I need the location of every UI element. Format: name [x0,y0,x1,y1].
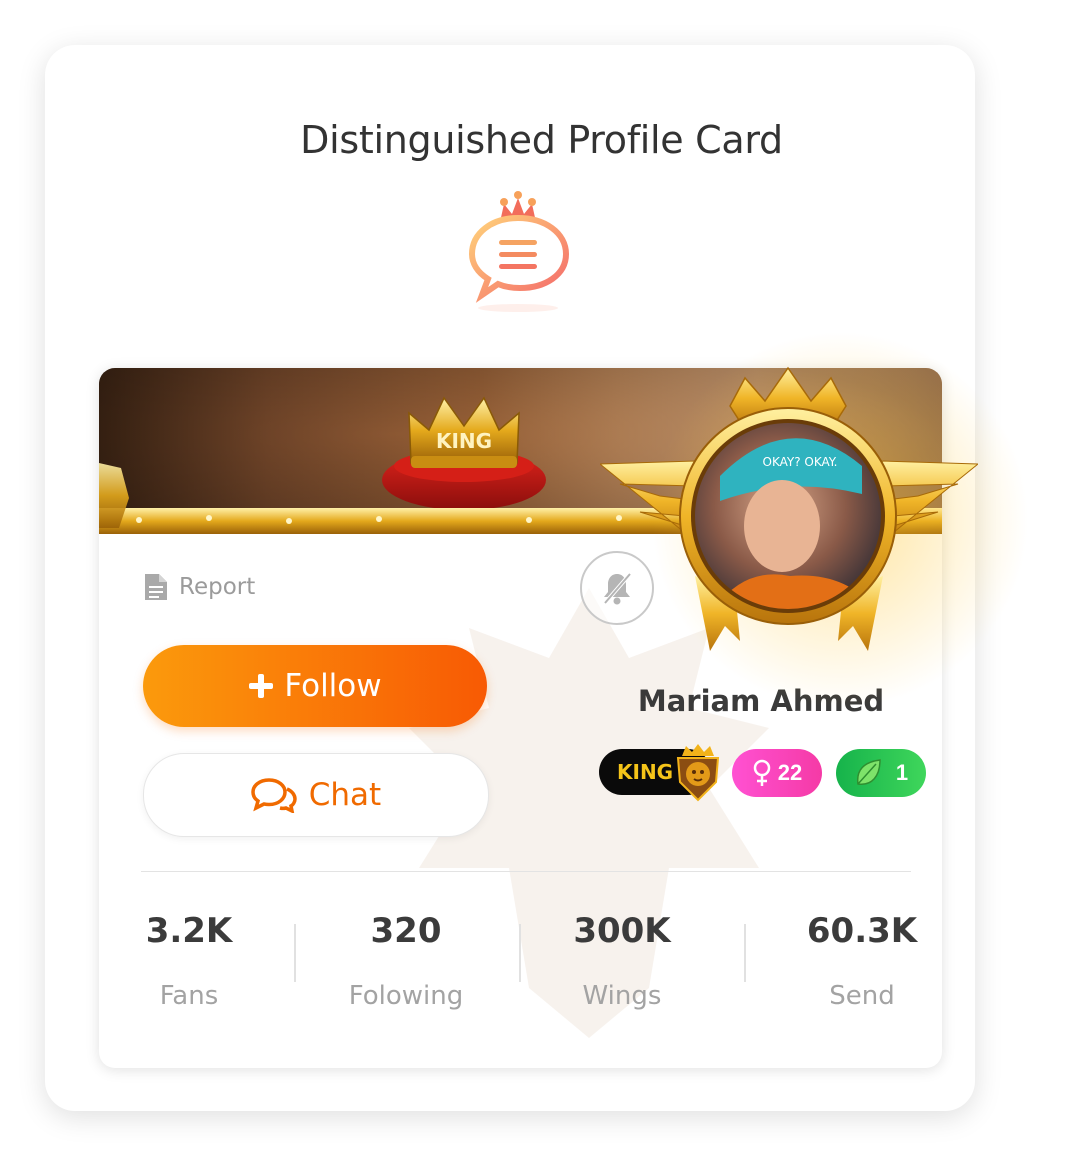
stat-following-label: Folowing [348,981,464,1011]
chat-button[interactable]: Chat [143,753,489,837]
gender-age-badge: 22 [732,749,822,797]
stat-fans-label: Fans [159,981,219,1011]
avatar-frame[interactable]: OKAY? OKAY. [600,366,978,666]
follow-button[interactable]: Follow [143,645,487,727]
king-badge-label: KING [617,760,674,784]
crown-chat-icon [468,191,570,312]
leaf-icon [856,759,881,785]
lion-crest-icon [676,744,720,802]
report-button[interactable]: Report [143,572,255,602]
age-value: 22 [777,760,803,785]
leaf-level-value: 1 [895,760,909,785]
page-title: Distinguished Profile Card [300,118,783,162]
stat-separator [294,924,296,982]
stat-fans-value: 3.2K [145,911,233,951]
follow-label: Follow [284,668,382,704]
stat-separator [519,924,521,982]
avatar-cap-text: OKAY? OKAY. [763,455,838,469]
female-icon [753,759,770,786]
stat-wings-label: Wings [582,981,662,1011]
stat-send-label: Send [829,981,895,1011]
chat-label: Chat [308,777,382,813]
banner-crown-text: KING [436,429,492,453]
stat-send-value: 60.3K [806,911,918,951]
stats-divider [141,871,911,872]
plus-icon [249,674,274,698]
chat-bubbles-icon [251,778,297,813]
leaf-level-badge: 1 [836,749,926,797]
stat-following-value: 320 [370,911,442,951]
report-label: Report [179,574,256,600]
document-icon [145,574,167,600]
stat-separator [744,924,746,982]
stat-wings-value: 300K [573,911,671,951]
